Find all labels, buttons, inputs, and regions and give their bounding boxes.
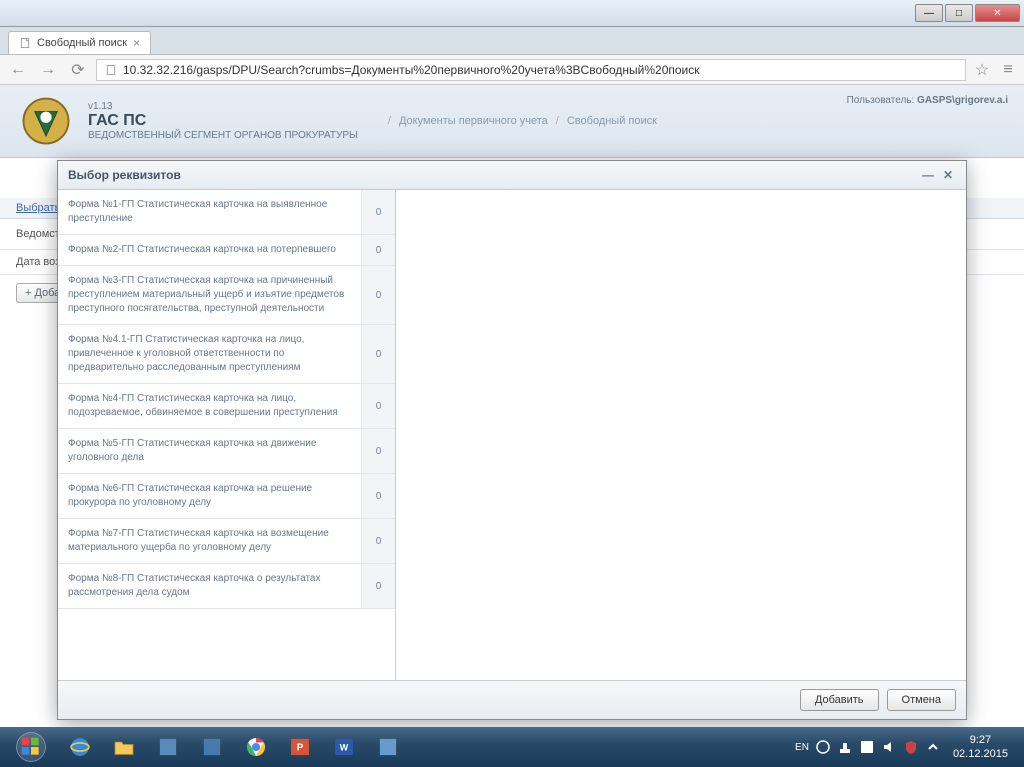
chrome-icon: [243, 734, 269, 760]
requisite-count: 0: [361, 429, 395, 473]
requisite-item[interactable]: Форма №6-ГП Статистическая карточка на р…: [58, 474, 395, 519]
requisite-label: Форма №6-ГП Статистическая карточка на р…: [58, 474, 361, 518]
requisite-item[interactable]: Форма №5-ГП Статистическая карточка на д…: [58, 429, 395, 474]
page-icon: [19, 37, 31, 49]
requisite-item[interactable]: Форма №7-ГП Статистическая карточка на в…: [58, 519, 395, 564]
requisite-label: Форма №4.1-ГП Статистическая карточка на…: [58, 325, 361, 383]
taskbar-word[interactable]: W: [323, 729, 365, 765]
powerpoint-icon: P: [287, 734, 313, 760]
reload-button[interactable]: ⟳: [66, 58, 90, 82]
requisite-label: Форма №3-ГП Статистическая карточка на п…: [58, 266, 361, 324]
browser-toolbar: ← → ⟳ 10.32.32.216/gasps/DPU/Search?crum…: [0, 55, 1024, 85]
requisite-count: 0: [361, 266, 395, 324]
browser-tab[interactable]: Свободный поиск ×: [8, 31, 151, 54]
requisite-detail: [396, 190, 966, 680]
modal-body: Форма №1-ГП Статистическая карточка на в…: [58, 190, 966, 681]
requisite-item[interactable]: Форма №1-ГП Статистическая карточка на в…: [58, 190, 395, 235]
requisite-item[interactable]: Форма №2-ГП Статистическая карточка на п…: [58, 235, 395, 266]
requisite-item[interactable]: Форма №3-ГП Статистическая карточка на п…: [58, 266, 395, 325]
browser-tab-bar: Свободный поиск ×: [0, 27, 1024, 55]
app-icon: [375, 734, 401, 760]
requisite-item[interactable]: Форма №4.1-ГП Статистическая карточка на…: [58, 325, 395, 384]
modal-close-button[interactable]: ✕: [940, 167, 956, 183]
requisite-count: 0: [361, 519, 395, 563]
tray-arrow-icon[interactable]: [925, 739, 941, 755]
ie-icon: [67, 734, 93, 760]
svg-text:W: W: [340, 742, 349, 752]
url-input[interactable]: 10.32.32.216/gasps/DPU/Search?crumbs=Док…: [96, 59, 966, 81]
sync-icon[interactable]: [815, 739, 831, 755]
svg-text:P: P: [297, 742, 304, 753]
clock-date: 02.12.2015: [953, 747, 1008, 761]
app-icon: [155, 734, 181, 760]
lang-indicator[interactable]: EN: [795, 742, 809, 753]
requisite-label: Форма №5-ГП Статистическая карточка на д…: [58, 429, 361, 473]
modal-footer: Добавить Отмена: [58, 681, 966, 719]
requisite-count: 0: [361, 235, 395, 265]
app-icon: [199, 734, 225, 760]
taskbar: P W EN 9:27 02.12.2015: [0, 727, 1024, 767]
requisite-label: Форма №4-ГП Статистическая карточка на л…: [58, 384, 361, 428]
taskbar-ie[interactable]: [59, 729, 101, 765]
network-icon[interactable]: [837, 739, 853, 755]
back-button[interactable]: ←: [6, 58, 30, 82]
requisite-item[interactable]: Форма №8-ГП Статистическая карточка о ре…: [58, 564, 395, 609]
taskbar-explorer[interactable]: [103, 729, 145, 765]
modal-add-button[interactable]: Добавить: [800, 689, 879, 711]
av-icon[interactable]: [903, 739, 919, 755]
requisite-count: 0: [361, 325, 395, 383]
window-close-button[interactable]: ✕: [975, 4, 1020, 22]
clock-time: 9:27: [953, 733, 1008, 747]
requisite-list: Форма №1-ГП Статистическая карточка на в…: [58, 190, 396, 680]
url-text: 10.32.32.216/gasps/DPU/Search?crumbs=Док…: [123, 63, 700, 77]
menu-button[interactable]: ≡: [998, 60, 1018, 80]
requisite-label: Форма №7-ГП Статистическая карточка на в…: [58, 519, 361, 563]
flag-icon[interactable]: [859, 739, 875, 755]
requisite-count: 0: [361, 384, 395, 428]
clock[interactable]: 9:27 02.12.2015: [947, 733, 1014, 762]
requisite-label: Форма №2-ГП Статистическая карточка на п…: [58, 235, 361, 265]
start-button[interactable]: [4, 727, 58, 767]
system-tray: EN 9:27 02.12.2015: [795, 733, 1020, 762]
windows-logo-icon: [14, 730, 48, 764]
taskbar-app1[interactable]: [147, 729, 189, 765]
taskbar-chrome[interactable]: [235, 729, 277, 765]
requisite-count: 0: [361, 564, 395, 608]
modal-header[interactable]: Выбор реквизитов — ✕: [58, 161, 966, 190]
modal-overlay: Выбор реквизитов — ✕ Форма №1-ГП Статист…: [0, 85, 1024, 727]
page-icon: [105, 64, 117, 76]
window-titlebar: — □ ✕: [0, 0, 1024, 27]
modal-title: Выбор реквизитов: [68, 168, 181, 182]
word-icon: W: [331, 734, 357, 760]
window-minimize-button[interactable]: —: [915, 4, 943, 22]
tab-title: Свободный поиск: [37, 37, 127, 49]
requisite-count: 0: [361, 474, 395, 518]
folder-icon: [111, 734, 137, 760]
star-button[interactable]: ☆: [972, 60, 992, 80]
tab-close-button[interactable]: ×: [133, 36, 140, 50]
requisite-label: Форма №8-ГП Статистическая карточка о ре…: [58, 564, 361, 608]
modal-minimize-button[interactable]: —: [920, 167, 936, 183]
requisite-item[interactable]: Форма №4-ГП Статистическая карточка на л…: [58, 384, 395, 429]
modal-cancel-button[interactable]: Отмена: [887, 689, 956, 711]
forward-button[interactable]: →: [36, 58, 60, 82]
volume-icon[interactable]: [881, 739, 897, 755]
taskbar-app3[interactable]: [367, 729, 409, 765]
requisite-count: 0: [361, 190, 395, 234]
window-maximize-button[interactable]: □: [945, 4, 973, 22]
taskbar-powerpoint[interactable]: P: [279, 729, 321, 765]
requisite-label: Форма №1-ГП Статистическая карточка на в…: [58, 190, 361, 234]
taskbar-app2[interactable]: [191, 729, 233, 765]
requisites-modal: Выбор реквизитов — ✕ Форма №1-ГП Статист…: [57, 160, 967, 720]
